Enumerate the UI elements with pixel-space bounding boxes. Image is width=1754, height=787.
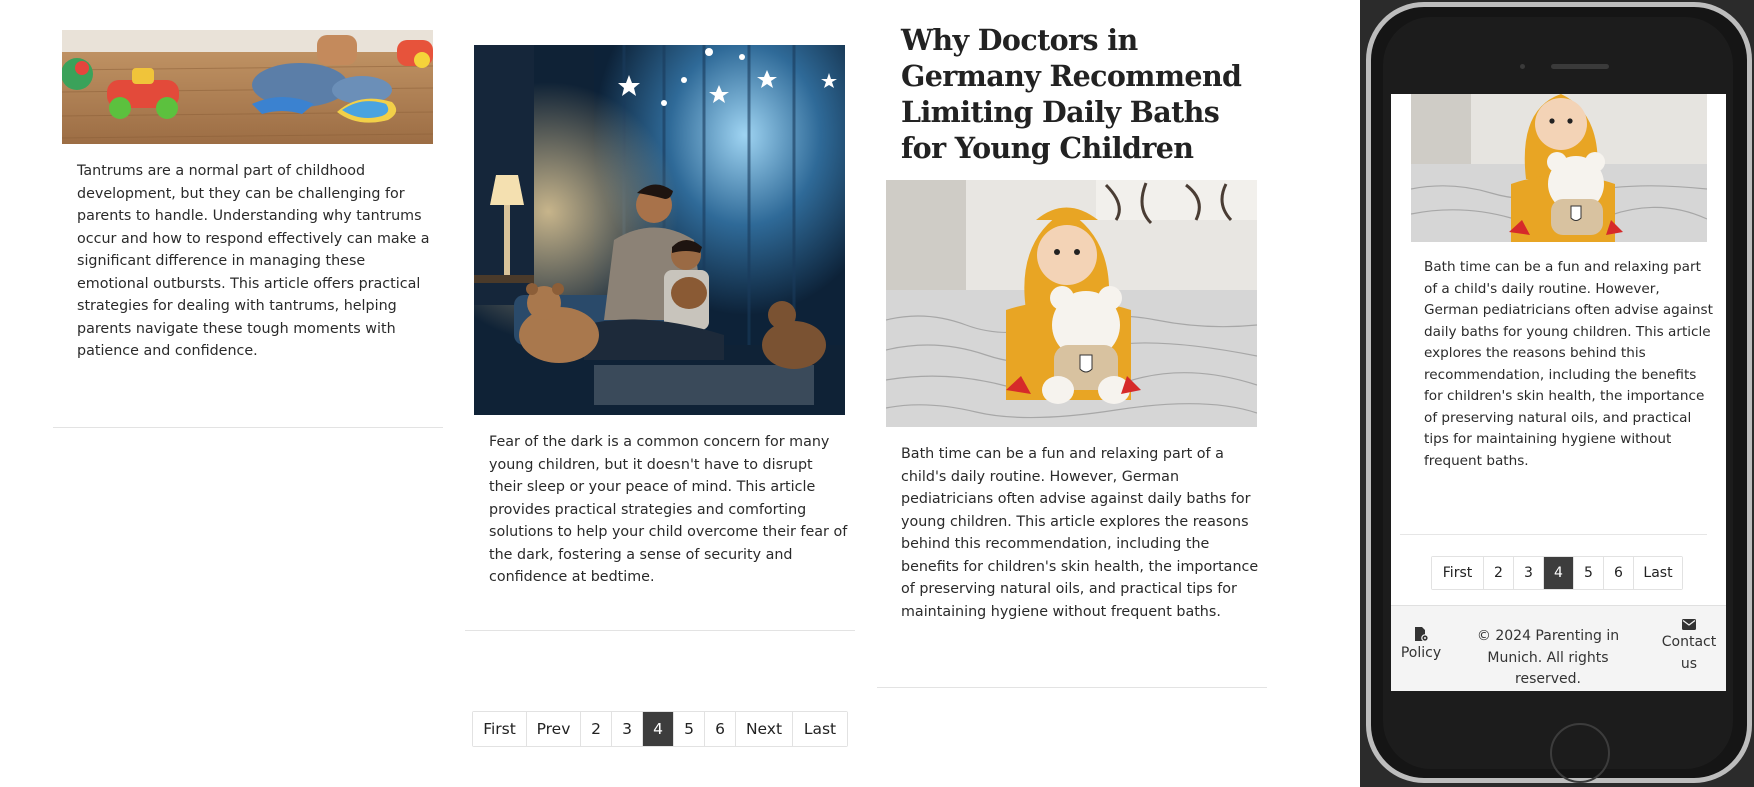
article-excerpt: Bath time can be a fun and relaxing part… [901, 446, 1259, 620]
footer-contact-link[interactable]: Contact us [1659, 619, 1719, 675]
mobile-footer: Policy © 2024 Parenting in Munich. All r… [1391, 605, 1726, 691]
envelope-icon [1682, 619, 1696, 630]
pagination-page[interactable]: 2 [1484, 557, 1514, 589]
pagination-page[interactable]: 5 [674, 712, 705, 746]
pagination-first[interactable]: First [1432, 557, 1484, 589]
pagination-current-page[interactable]: 4 [643, 712, 674, 746]
speaker-grille [1551, 64, 1609, 69]
home-button[interactable] [1550, 723, 1610, 783]
pagination-page[interactable]: 6 [705, 712, 736, 746]
footer-policy-label: Policy [1400, 645, 1442, 661]
pagination: First Prev 2 3 4 5 6 Next Last [472, 711, 848, 747]
article-divider [53, 427, 443, 428]
article-title[interactable]: Why Doctors in Germany Recommend Limitin… [901, 22, 1261, 166]
pagination-last[interactable]: Last [793, 712, 847, 746]
baby-with-teddy-image[interactable] [886, 180, 1257, 427]
father-child-bedroom-image[interactable] [474, 45, 845, 415]
pagination-page[interactable]: 3 [1514, 557, 1544, 589]
mobile-pagination: First 2 3 4 5 6 Last [1431, 556, 1683, 590]
mobile-article-excerpt: Bath time can be a fun and relaxing part… [1424, 259, 1713, 469]
toys-on-floor-image[interactable] [62, 30, 433, 144]
camera-icon [1520, 64, 1525, 69]
pagination-first[interactable]: First [473, 712, 527, 746]
pagination-last[interactable]: Last [1634, 557, 1682, 589]
mobile-screen: Bath time can be a fun and relaxing part… [1391, 94, 1726, 691]
pagination-page[interactable]: 6 [1604, 557, 1634, 589]
article-divider [877, 687, 1267, 688]
pagination-next[interactable]: Next [736, 712, 793, 746]
document-gear-icon [1415, 627, 1429, 642]
pagination-current-page[interactable]: 4 [1544, 557, 1574, 589]
footer-copyright: © 2024 Parenting in Munich. All rights r… [1476, 628, 1620, 687]
pagination-page[interactable]: 3 [612, 712, 643, 746]
article-excerpt: Tantrums are a normal part of childhood … [77, 163, 430, 359]
article-excerpt: Fear of the dark is a common concern for… [489, 434, 848, 585]
pagination-page[interactable]: 2 [581, 712, 612, 746]
footer-policy-link[interactable]: Policy [1395, 626, 1447, 665]
baby-with-teddy-image[interactable] [1411, 94, 1707, 242]
article-divider [465, 630, 855, 631]
pagination-page[interactable]: 5 [1574, 557, 1604, 589]
footer-contact-label: Contact us [1661, 634, 1717, 672]
pagination-prev[interactable]: Prev [527, 712, 581, 746]
mobile-article-divider [1400, 534, 1707, 535]
